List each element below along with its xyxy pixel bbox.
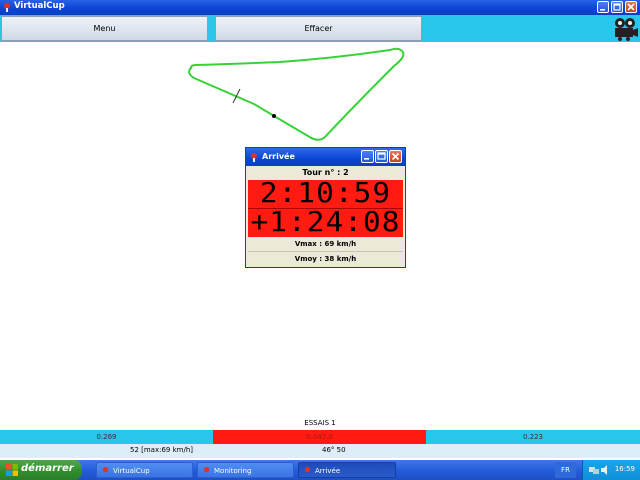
system-tray: 16:59 [582, 460, 640, 480]
sector-right-value: 0.223 [522, 433, 544, 441]
finish-window-title-bar[interactable]: Arrivée [246, 148, 405, 166]
speed-readout: 52 [max:69 km/h] [130, 446, 194, 454]
clear-button[interactable]: Effacer [215, 16, 422, 41]
app-icon [102, 466, 109, 473]
film-projector-icon[interactable] [612, 16, 638, 42]
track-outline [188, 47, 405, 141]
toolbar: Menu Effacer [0, 15, 640, 42]
start-label: démarrer [21, 463, 74, 474]
maximize-button[interactable] [611, 1, 623, 13]
close-button[interactable] [625, 1, 637, 13]
stat-divider [248, 251, 403, 252]
info-bar: 52 [max:69 km/h] 46° 50 [0, 444, 640, 458]
start-button[interactable]: démarrer [0, 460, 82, 480]
app-icon [304, 466, 311, 473]
app-icon [251, 153, 257, 162]
network-icon[interactable] [589, 465, 599, 475]
session-label: ESSAIS 1 [304, 419, 336, 427]
finish-minimize-button[interactable] [361, 150, 374, 163]
average-speed: Vmoy : 38 km/h [294, 255, 357, 263]
sector-left-value: 0.269 [96, 433, 117, 441]
task-arrivee[interactable]: Arrivée [298, 462, 396, 478]
minimize-button[interactable] [597, 1, 609, 13]
task-virtualcup[interactable]: VirtualCup [96, 462, 193, 478]
delta-time: +1:24:08 [250, 205, 401, 238]
task-monitoring[interactable]: Monitoring [197, 462, 294, 478]
app-title-bar: VirtualCup [0, 0, 640, 15]
task-label: Arrivée [315, 467, 341, 475]
windows-logo-icon [6, 464, 18, 476]
sector-bar: 0.269 0.047.0 0.223 [0, 430, 640, 444]
language-indicator[interactable]: FR [555, 462, 576, 478]
app-icon [4, 3, 10, 12]
menu-button[interactable]: Menu [1, 16, 208, 41]
max-speed: Vmax : 69 km/h [294, 240, 357, 248]
finish-window-title: Arrivée [262, 152, 295, 161]
taskbar: démarrer VirtualCup Monitoring Arrivée F… [0, 460, 640, 480]
app-icon [203, 466, 210, 473]
finish-window: Arrivée Tour n° : 2 2:10:59 +1:24:08 Vma… [245, 147, 406, 268]
task-label: Monitoring [214, 467, 252, 475]
clock: 16:59 [614, 465, 635, 473]
sector-center-value: 0.047.0 [213, 430, 426, 444]
car-position-marker [272, 114, 276, 118]
finish-maximize-button[interactable] [375, 150, 388, 163]
task-label: VirtualCup [113, 467, 150, 475]
volume-icon[interactable] [601, 465, 611, 475]
angle-readout: 46° 50 [322, 446, 346, 454]
time-display: 2:10:59 +1:24:08 [248, 177, 403, 238]
app-title: VirtualCup [14, 1, 65, 11]
finish-close-button[interactable] [389, 150, 402, 163]
track-map [188, 47, 405, 141]
